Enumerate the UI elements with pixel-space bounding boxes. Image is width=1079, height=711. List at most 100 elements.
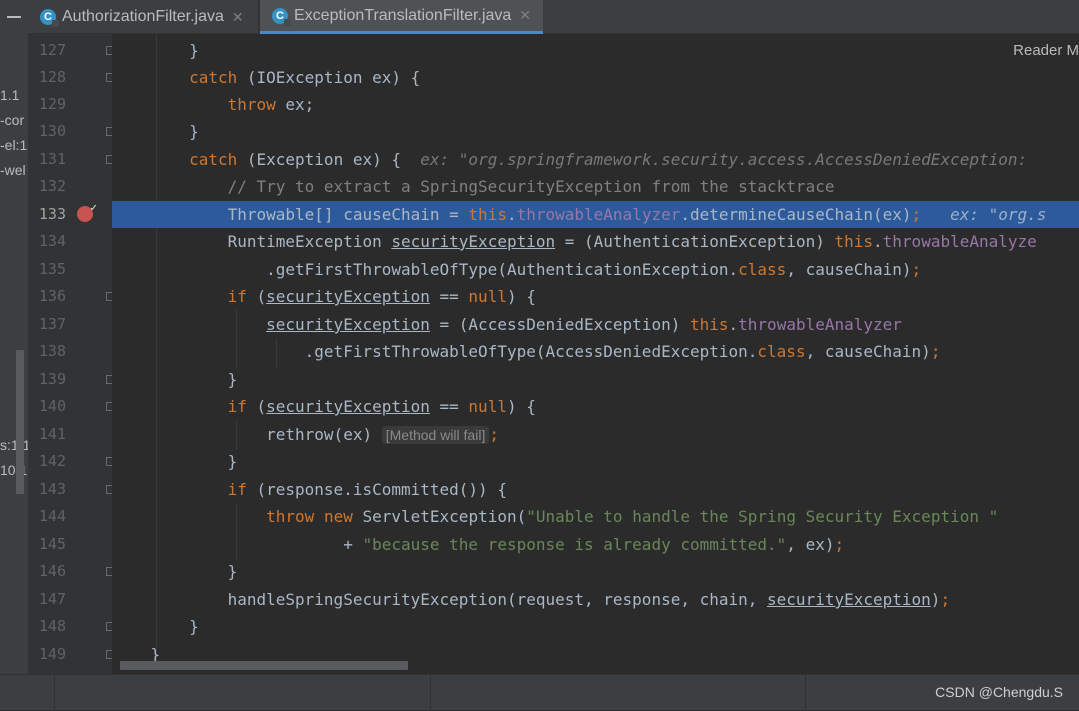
code-line-148[interactable]: } xyxy=(112,613,1079,640)
method-fail-hint: [Method will fail] xyxy=(381,426,490,444)
semicolon-token: ; xyxy=(489,425,499,444)
code-line-134[interactable]: RuntimeException securityException = (Au… xyxy=(112,228,1079,255)
tab-exception-translation-filter[interactable]: C ExceptionTranslationFilter.java ✕ xyxy=(260,0,543,34)
watermark-text: CSDN @Chengdu.S xyxy=(935,684,1063,700)
status-divider xyxy=(805,675,806,711)
code-line-137[interactable]: securityException = (AccessDeniedExcepti… xyxy=(112,311,1079,338)
horizontal-scrollbar[interactable] xyxy=(120,661,408,670)
code-line-146[interactable]: } xyxy=(112,558,1079,585)
code-token: . xyxy=(728,315,739,334)
line-number: 148 xyxy=(38,617,66,635)
code-line-136[interactable]: if (securityException == null) { xyxy=(112,283,1079,310)
code-line-130[interactable]: } xyxy=(112,118,1079,145)
code-token: } xyxy=(227,370,238,389)
code-token: rethrow(ex) xyxy=(266,425,373,444)
code-token: ex; xyxy=(275,95,315,114)
code-line-142[interactable]: } xyxy=(112,448,1079,475)
code-token: + xyxy=(343,535,363,554)
code-line-132[interactable]: // Try to extract a SpringSecurityExcept… xyxy=(112,173,1079,200)
status-divider xyxy=(54,675,55,711)
code-line-143[interactable]: if (response.isCommitted()) { xyxy=(112,476,1079,503)
line-number: 147 xyxy=(38,590,66,608)
code-line-131[interactable]: catch (Exception ex) { ex: "org.springfr… xyxy=(112,146,1079,173)
field-token: throwableAnalyzer xyxy=(738,315,902,334)
breakpoint-icon[interactable]: ✓ xyxy=(77,201,97,222)
line-number: 139 xyxy=(38,370,66,388)
line-number: 137 xyxy=(38,315,66,333)
code-token: . xyxy=(873,232,883,251)
code-line-133-current[interactable]: Throwable[] causeChain = this.throwableA… xyxy=(112,201,1079,228)
semicolon-token: ; xyxy=(930,342,941,361)
status-divider xyxy=(430,675,431,711)
keyword-token: if xyxy=(227,287,247,306)
line-number: 131 xyxy=(38,150,66,168)
code-line-140[interactable]: if (securityException == null) { xyxy=(112,393,1079,420)
code-token: Throwable[] causeChain = xyxy=(227,205,469,224)
inline-debug-value: ex: "org.springframework.security.access… xyxy=(420,150,1028,169)
close-icon[interactable]: ✕ xyxy=(519,7,531,24)
code-token: ) xyxy=(930,590,941,609)
semicolon-token: ; xyxy=(940,590,951,609)
editor-gutter[interactable]: 127 128 129 130 131 132 133 134 135 136 … xyxy=(28,34,115,674)
code-token: ( xyxy=(246,397,267,416)
variable-token: securityException xyxy=(266,315,430,334)
status-bar: CSDN @Chengdu.S xyxy=(0,674,1079,711)
code-line-144[interactable]: throw new ServletException("Unable to ha… xyxy=(112,503,1079,530)
code-token: == xyxy=(429,397,469,416)
keyword-token: new xyxy=(323,507,353,526)
code-line-127[interactable]: } xyxy=(112,37,1079,64)
semicolon-token: ; xyxy=(911,205,922,224)
code-line-129[interactable]: throw ex; xyxy=(112,91,1079,118)
variable-token: securityException xyxy=(767,590,931,609)
comment-token: // Try to extract a SpringSecurityExcept… xyxy=(227,177,835,196)
code-token: .getFirstThrowableOfType(AuthenticationE… xyxy=(266,260,739,279)
code-line-145[interactable]: + "because the response is already commi… xyxy=(112,531,1079,558)
code-token: (response.isCommitted()) { xyxy=(246,480,507,499)
keyword-token: throw xyxy=(227,95,276,114)
tab-authorization-filter[interactable]: C AuthorizationFilter.java ✕ xyxy=(28,0,258,34)
code-line-128[interactable]: catch (IOException ex) { xyxy=(112,64,1079,91)
line-number: 141 xyxy=(38,425,66,443)
code-token: == xyxy=(429,287,469,306)
close-icon[interactable]: ✕ xyxy=(232,9,244,26)
keyword-token: this xyxy=(689,315,729,334)
field-token: throwableAnalyzer xyxy=(516,205,681,224)
code-line-139[interactable]: } xyxy=(112,366,1079,393)
code-token: , ex) xyxy=(786,535,835,554)
keyword-token: if xyxy=(227,480,247,499)
line-number: 146 xyxy=(38,562,66,580)
line-number: 135 xyxy=(38,260,66,278)
code-token: = (AuthenticationException) xyxy=(555,232,835,251)
keyword-token: catch xyxy=(189,68,238,87)
code-token: ( xyxy=(246,287,267,306)
code-token: , causeChain) xyxy=(805,342,931,361)
line-number-current: 133 xyxy=(38,205,66,223)
code-token: (Exception ex) { xyxy=(237,150,401,169)
code-line-147[interactable]: handleSpringSecurityException(request, r… xyxy=(112,586,1079,613)
code-line-135[interactable]: .getFirstThrowableOfType(AuthenticationE… xyxy=(112,256,1079,283)
keyword-token: catch xyxy=(189,150,238,169)
tool-window-menu-button[interactable] xyxy=(0,0,28,34)
line-number: 138 xyxy=(38,342,66,360)
keyword-token: null xyxy=(468,397,507,416)
code-token: handleSpringSecurityException(request, r… xyxy=(227,590,768,609)
code-token: = (AccessDeniedException) xyxy=(429,315,690,334)
code-token: } xyxy=(227,562,238,581)
line-number: 144 xyxy=(38,507,66,525)
line-number: 130 xyxy=(38,122,66,140)
string-token: "because the response is already committ… xyxy=(362,535,787,554)
code-line-141[interactable]: rethrow(ex) [Method will fail]; xyxy=(112,421,1079,448)
line-number: 142 xyxy=(38,452,66,470)
line-number: 129 xyxy=(38,95,66,113)
reader-mode-button[interactable]: Reader M xyxy=(1013,42,1079,59)
code-token: .determineCauseChain(ex) xyxy=(680,205,912,224)
code-editor[interactable]: } catch (IOException ex) { throw ex; } c… xyxy=(112,34,1079,674)
code-token: , causeChain) xyxy=(786,260,912,279)
line-number: 134 xyxy=(38,232,66,250)
code-token: } xyxy=(227,452,238,471)
code-line-138[interactable]: .getFirstThrowableOfType(AccessDeniedExc… xyxy=(112,338,1079,365)
tab-label: ExceptionTranslationFilter.java xyxy=(294,6,512,24)
code-token: .getFirstThrowableOfType(AccessDeniedExc… xyxy=(304,342,758,361)
code-token: . xyxy=(506,205,517,224)
